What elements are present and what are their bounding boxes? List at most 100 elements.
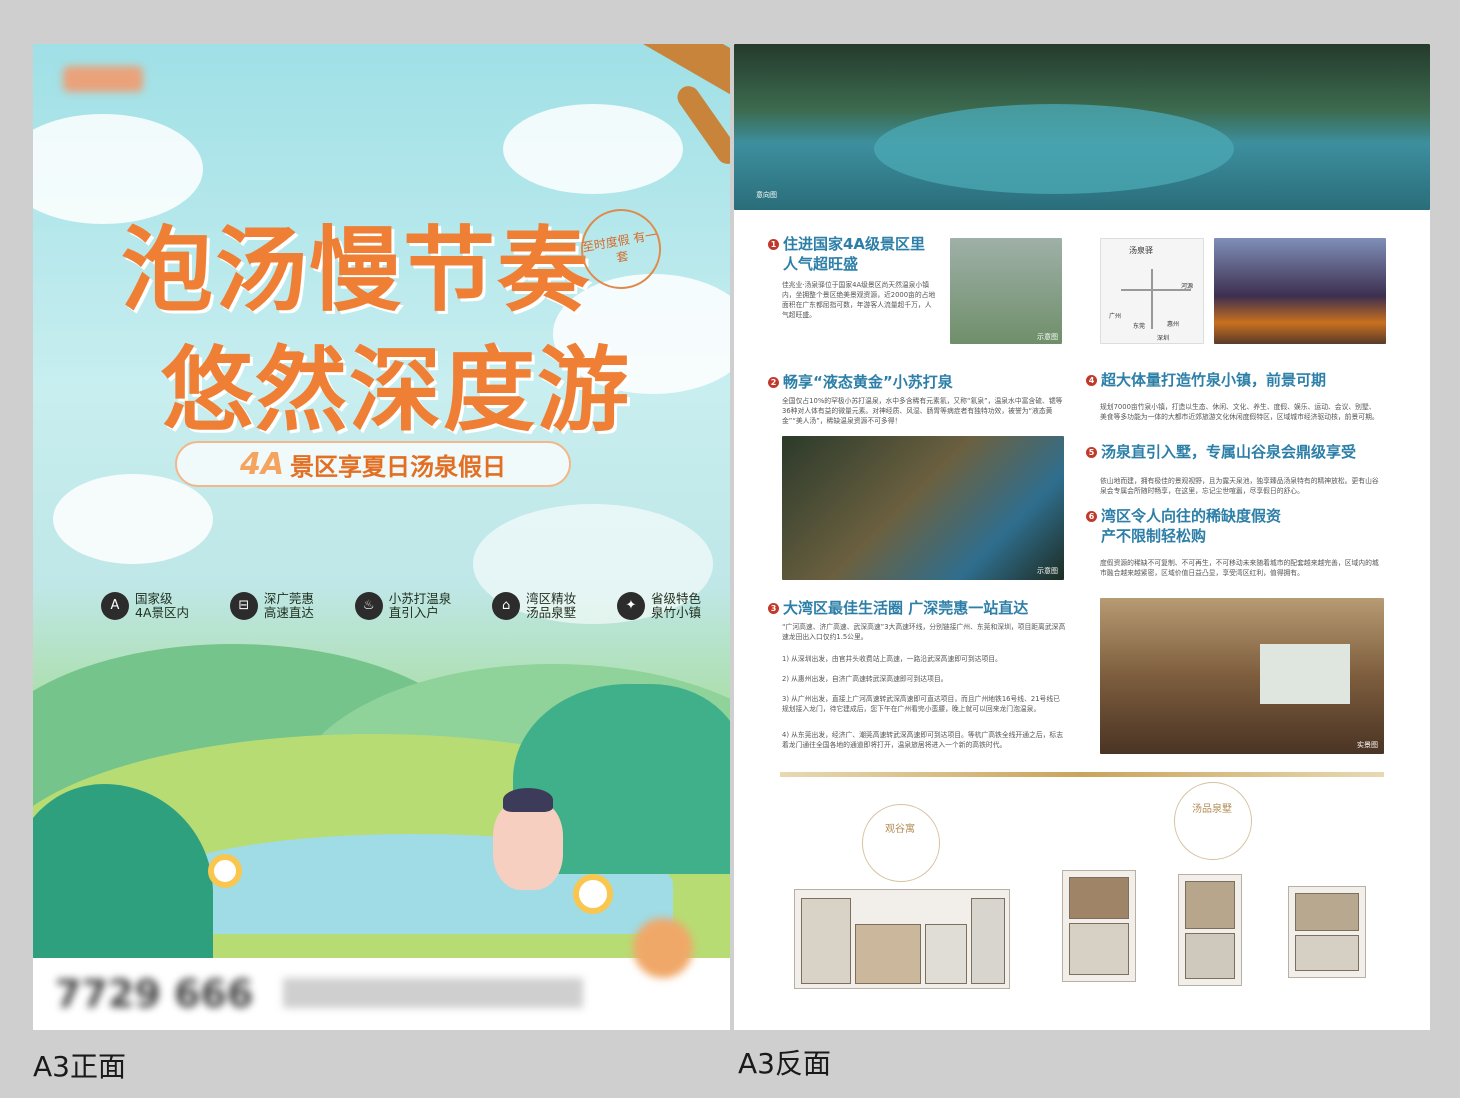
section-title-text: 超大体量打造竹泉小镇，前景可期 (1101, 371, 1327, 389)
caption-back: A3反面 (738, 1047, 831, 1080)
interior-photo: 实景图 (1100, 598, 1384, 754)
caption-front: A3正面 (33, 1050, 126, 1083)
fp-room (1295, 893, 1359, 931)
section-number: 3 (768, 603, 779, 614)
section-title-line2: 人气超旺盛 (783, 255, 859, 273)
section-6-title: 6 湾区令人向往的稀缺度假资 产不限制轻松购 (1086, 506, 1281, 546)
section-number: 6 (1086, 511, 1097, 522)
feature-line2: 汤品泉墅 (526, 605, 577, 620)
feature-line1: 湾区精妆 (526, 591, 577, 606)
fp-room (801, 898, 851, 984)
section-2-body: 全国仅占10%的罕极小苏打温泉，水中多含稀有元素氡，又称“氡泉”，温泉水中富含硫… (782, 397, 1063, 425)
section-3-route-4: 4) 从东莞出发，经济广、潮莞高速转武深高速即可到达项目。等杭广高铁全线开通之后… (782, 731, 1064, 749)
feature-line2: 直引入户 (388, 605, 439, 620)
section-1-body: 佳兆业·汤泉驿位于国家4A级景区尚天然温泉小镇内，坐拥整个景区绝美景观资源，近2… (782, 281, 936, 319)
ribbon-text: 景区享夏日汤泉假日 (290, 452, 507, 481)
feature-line2: 泉竹小镇 (650, 605, 701, 620)
city-interchange-photo (1214, 238, 1386, 344)
section-3-route-3: 3) 从广州出发，直接上广河高速转武深高速即可直达项目，而且广州地铁16号线、2… (782, 695, 1060, 713)
section-6-body: 度假资源的稀缺不可复制、不可再生，不可移动未来随着城市的配套越来越完善，区域内的… (1100, 559, 1379, 577)
section-number: 1 (768, 239, 779, 250)
section-5-body: 依山地而建，拥有极佳的景观视野，且为露天泉池，独享臻品汤泉特有的精神放松。更有山… (1100, 477, 1379, 495)
fp-room (1069, 923, 1129, 975)
cloud (53, 474, 213, 564)
map-label: 惠州 (1167, 321, 1180, 328)
map-label: 东莞 (1133, 323, 1146, 330)
phone-number: 7729 666 (55, 972, 254, 1016)
photo-tag: 示意图 (1037, 333, 1058, 341)
location-map: 汤泉驿 河源 广州 东莞 惠州 深圳 (1100, 238, 1204, 344)
flower (208, 854, 242, 888)
pool-water (874, 104, 1234, 194)
map-label: 广州 (1109, 313, 1122, 320)
feature-item: ⊟ 深广莞惠 高速直达 (229, 592, 314, 620)
photo-tag: 意向图 (756, 191, 777, 199)
section-1-title: 1 住进国家4A级景区里 人气超旺盛 (768, 234, 925, 274)
feature-item: ✦ 省级特色 泉竹小镇 (616, 591, 701, 620)
interior-window (1260, 644, 1350, 704)
feature-item: ♨ 小苏打温泉 直引入户 (354, 591, 452, 620)
fp-room (855, 924, 921, 984)
section-2-title: 2 畅享“液态黄金”小苏打泉 (768, 372, 953, 392)
section-number: 5 (1086, 447, 1097, 458)
section-number: 2 (768, 377, 779, 388)
contact-bar: 7729 666 (33, 918, 730, 1030)
section-title-text: 大湾区最佳生活圈 广深莞惠一站直达 (783, 599, 1029, 617)
fp-room (971, 898, 1005, 984)
feature-line2: 高速直达 (263, 605, 314, 620)
section-3-title: 3 大湾区最佳生活圈 广深莞惠一站直达 (768, 598, 1028, 618)
photo-tag: 示意图 (1037, 567, 1058, 575)
plan-right-badge (1174, 782, 1252, 860)
subtitle-ribbon: 4A 景区享夏日汤泉假日 (175, 441, 571, 487)
floor-plan-villa-2 (1178, 874, 1242, 986)
fp-room (1185, 881, 1235, 929)
feature-line1: 国家级 (135, 591, 173, 606)
fp-room (1069, 877, 1129, 919)
feature-line1: 小苏打温泉 (388, 591, 452, 606)
back-poster: 意向图 1 住进国家4A级景区里 人气超旺盛 佳兆业·汤泉驿位于国家4A级景区尚天… (734, 44, 1430, 1030)
floor-plan-villa-3 (1288, 886, 1366, 978)
feature-item: A 国家级 4A景区内 (101, 592, 189, 620)
section-title-text: 汤泉直引入墅，专属山谷泉会鼎级享受 (1101, 443, 1357, 461)
highway-icon: ⊟ (229, 592, 258, 620)
tree-branch (595, 44, 730, 107)
section-title-line1: 住进国家4A级景区里 (783, 235, 926, 253)
section-title-line2: 产不限制轻松购 (1101, 527, 1207, 545)
photo-tag: 实景图 (1357, 741, 1378, 749)
fp-room (1295, 935, 1359, 971)
bathing-girl (493, 800, 563, 890)
feature-item: ⌂ 湾区精妆 汤品泉墅 (492, 592, 576, 620)
logo (63, 66, 143, 92)
divider-gold (780, 772, 1384, 777)
house-icon: ⌂ (492, 592, 521, 620)
section-3-route-1: 1) 从深圳出发，由官井头收费站上高速，一路沿武深高速即可到达项目。 (782, 655, 1002, 663)
front-poster: 泡汤慢节奏 悠然深度游 至时度假 有一套 4A 景区享夏日汤泉假日 A 国家级 4… (33, 44, 730, 1030)
section-5-title: 5 汤泉直引入墅，专属山谷泉会鼎级享受 (1086, 442, 1356, 462)
map-road (1121, 289, 1191, 291)
aaaa-badge-icon: A (101, 592, 129, 620)
section-3-route-2: 2) 从惠州出发，自济广高速转武深高速即可到达项目。 (782, 675, 948, 683)
fp-room (925, 924, 967, 984)
headline-line2: 悠然深度游 (161, 336, 632, 444)
flower (573, 874, 613, 914)
fp-room (1185, 933, 1235, 979)
map-label: 汤泉驿 (1129, 246, 1153, 255)
villa-aerial-photo: 示意图 (950, 238, 1062, 344)
ribbon-4a: 4A (239, 446, 285, 482)
address-text (283, 978, 583, 1008)
section-title-line1: 湾区令人向往的稀缺度假资 (1101, 507, 1282, 525)
section-4-title: 4 超大体量打造竹泉小镇，前景可期 (1086, 370, 1326, 390)
feature-line2: 4A景区内 (135, 605, 190, 620)
qr-code (633, 918, 693, 978)
feature-line1: 省级特色 (650, 591, 701, 606)
section-number: 4 (1086, 375, 1097, 386)
cloud (503, 104, 683, 194)
map-label: 深圳 (1157, 335, 1170, 342)
plan-left-badge (862, 804, 940, 882)
floor-plan-villa-1 (1062, 870, 1136, 982)
feature-list: A 国家级 4A景区内 ⊟ 深广莞惠 高速直达 ♨ 小苏打温泉 直引入户 ⌂ 湾区精妆… (101, 592, 701, 620)
headline-line1: 泡汤慢节奏 (121, 216, 592, 324)
pool-photo: 意向图 (734, 44, 1430, 210)
girl-hair (503, 788, 553, 812)
bamboo-icon: ✦ (616, 592, 645, 620)
